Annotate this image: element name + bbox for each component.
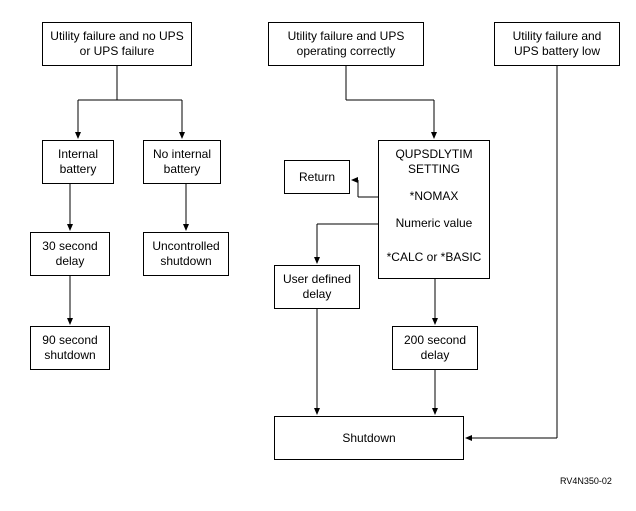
node-no-internal-battery: No internal battery <box>143 140 221 184</box>
node-90-second-shutdown: 90 second shutdown <box>30 326 110 370</box>
node-calc-or-basic: *CALC or *BASIC <box>378 237 490 279</box>
node-utility-failure-ups-ok: Utility failure and UPS operating correc… <box>268 22 424 66</box>
node-numeric-value: Numeric value <box>378 210 490 238</box>
node-qupsdlytim-setting: QUPSDLYTIM SETTING <box>378 140 490 184</box>
node-utility-failure-battery-low: Utility failure and UPS battery low <box>494 22 620 66</box>
node-internal-battery: Internal battery <box>42 140 114 184</box>
node-uncontrolled-shutdown: Uncontrolled shutdown <box>143 232 229 276</box>
node-user-defined-delay: User defined delay <box>274 265 360 309</box>
node-200-second-delay: 200 second delay <box>392 326 478 370</box>
node-nomax: *NOMAX <box>378 183 490 211</box>
node-shutdown: Shutdown <box>274 416 464 460</box>
diagram-id: RV4N350-02 <box>560 476 612 486</box>
node-30-second-delay: 30 second delay <box>30 232 110 276</box>
node-return: Return <box>284 160 350 194</box>
flowchart-canvas: Utility failure and no UPS or UPS failur… <box>0 0 636 511</box>
node-utility-failure-no-ups: Utility failure and no UPS or UPS failur… <box>42 22 192 66</box>
